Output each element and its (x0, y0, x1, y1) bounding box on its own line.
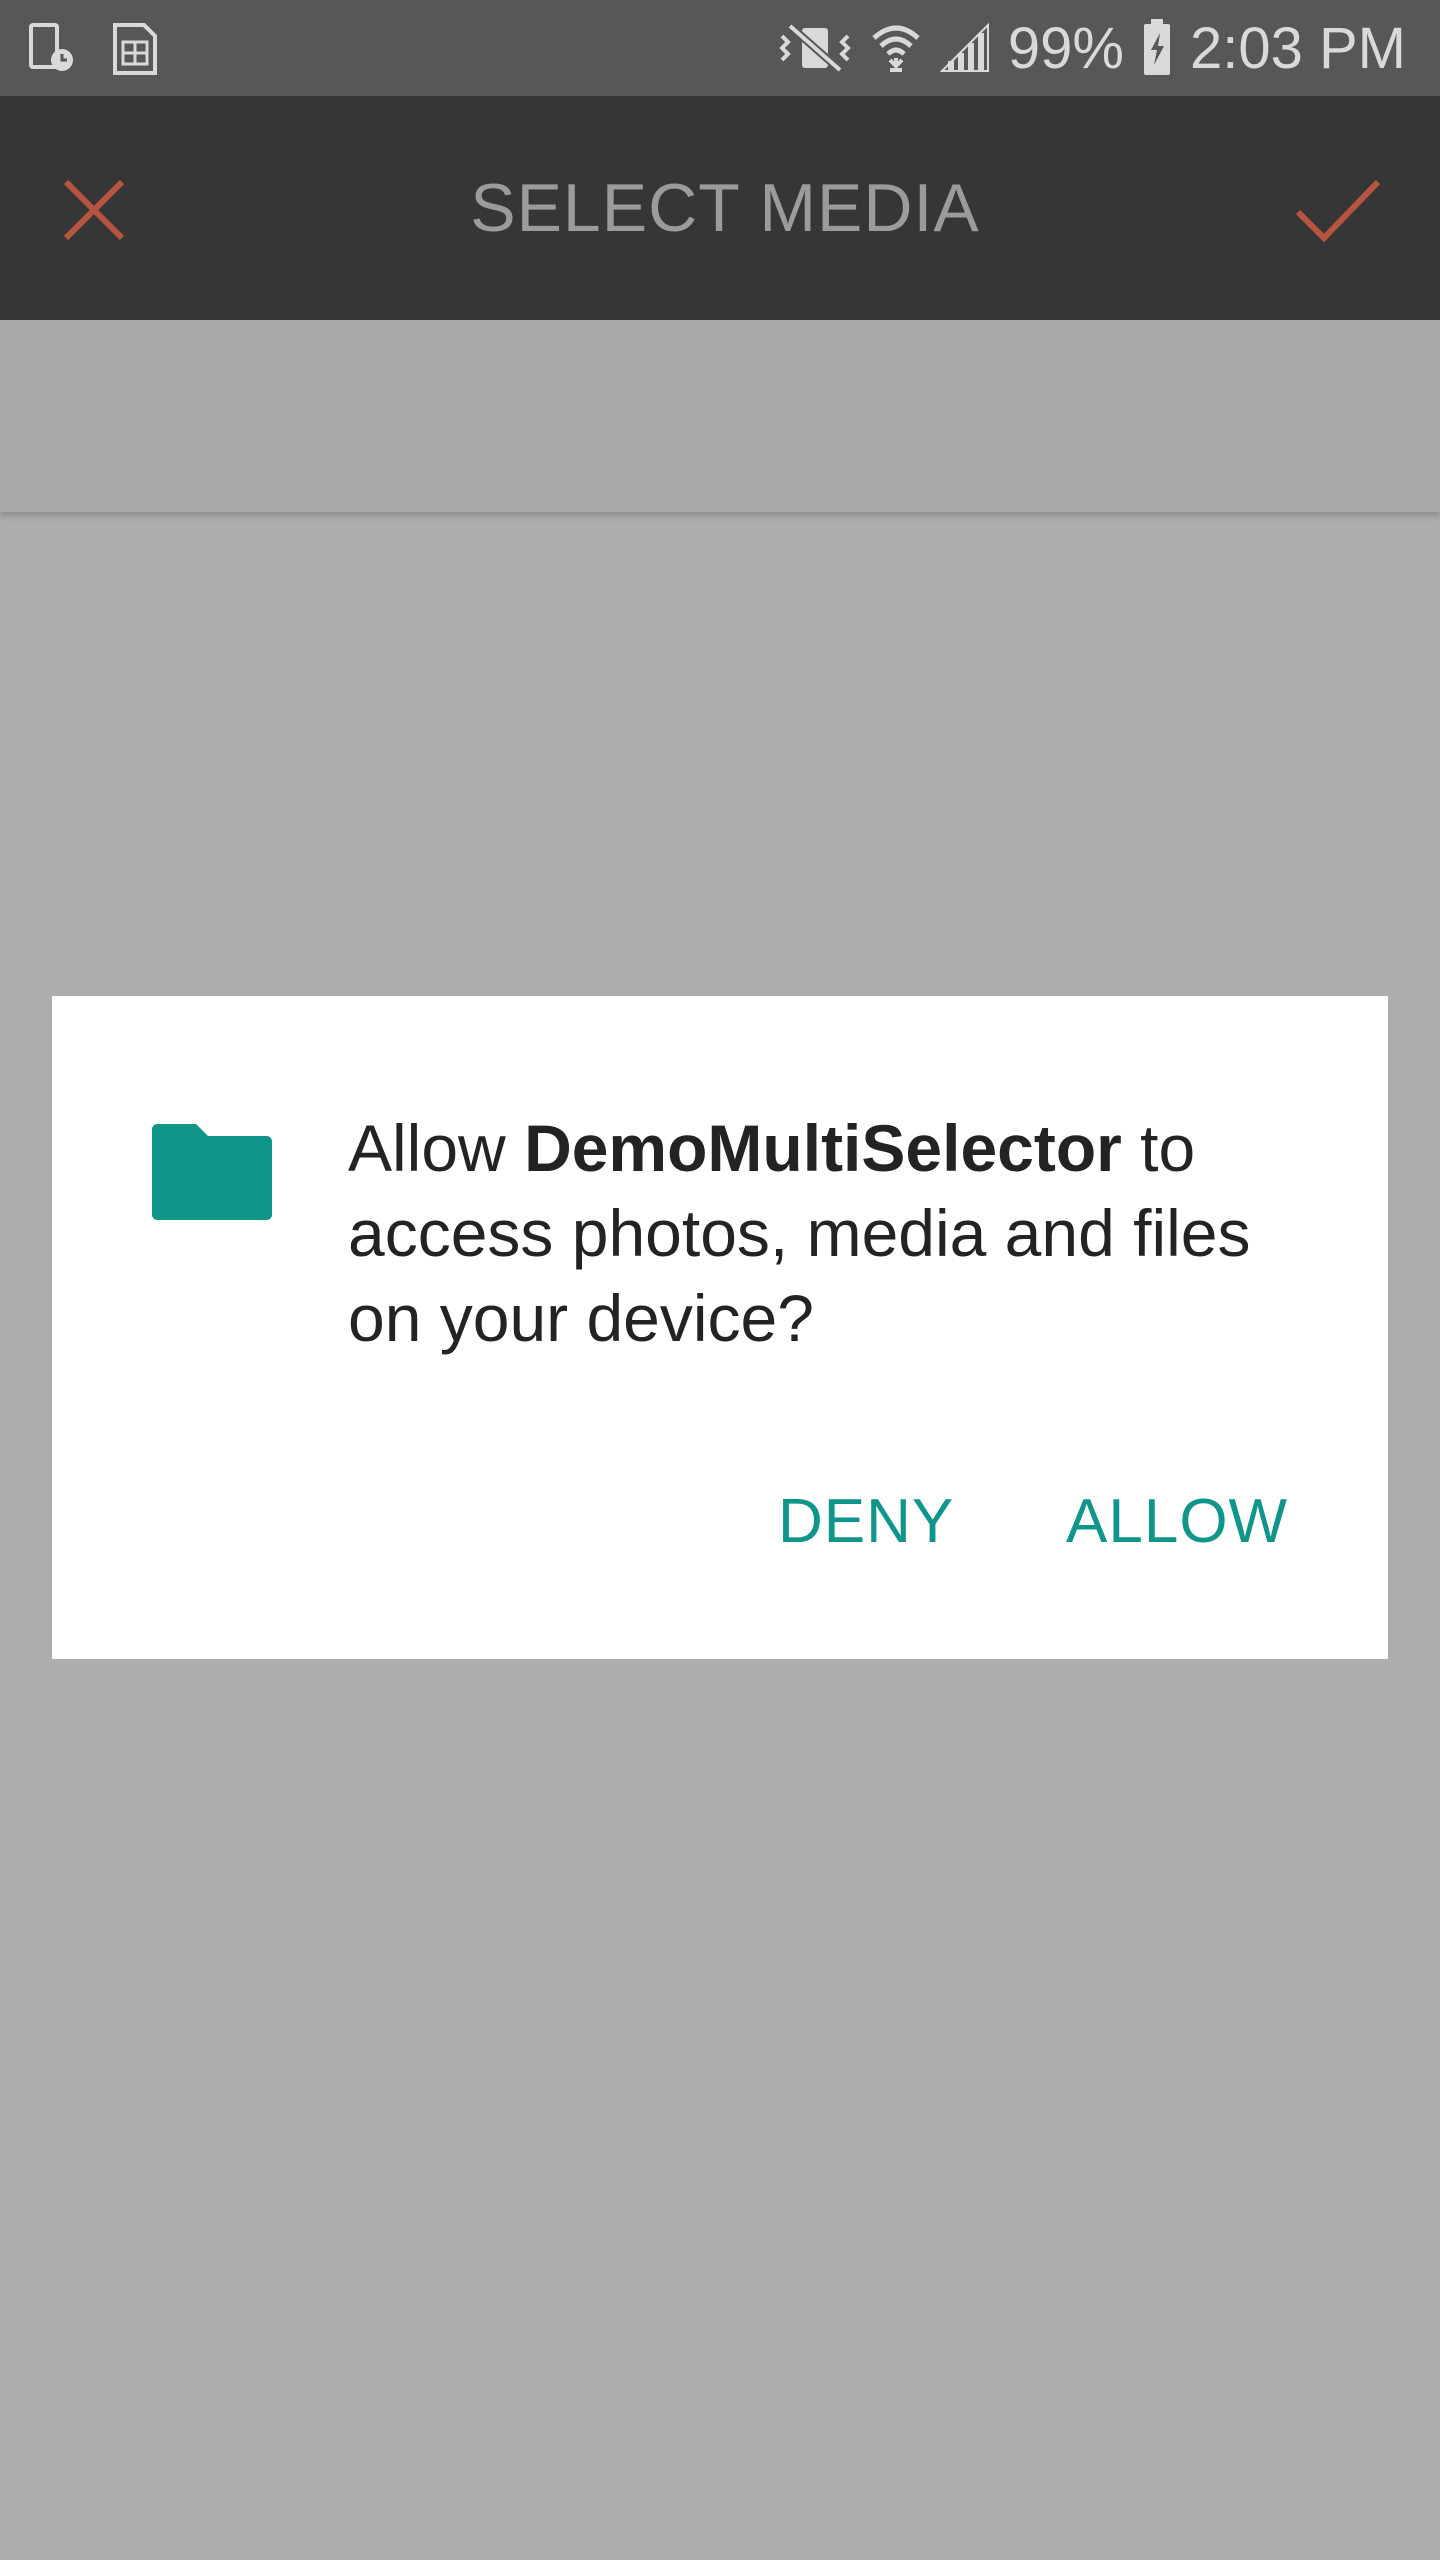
wifi-icon (870, 20, 922, 76)
signal-icon (939, 23, 990, 73)
battery-percent: 99% (1007, 15, 1124, 81)
allow-button[interactable]: ALLOW (1066, 1486, 1288, 1557)
screenshot-clock-icon (28, 22, 76, 76)
status-bar-right: 99% 2:03 PM (778, 0, 1406, 96)
status-bar: 99% 2:03 PM (0, 0, 1440, 96)
folder-icon (152, 1124, 272, 1220)
toolbar: SELECT MEDIA (0, 96, 1440, 320)
status-time: 2:03 PM (1190, 15, 1406, 81)
message-prefix: Allow (348, 1111, 525, 1185)
battery-charging-icon (1142, 19, 1172, 77)
page-title: SELECT MEDIA (470, 170, 980, 246)
status-bar-left (28, 22, 158, 76)
check-icon[interactable] (1292, 172, 1384, 248)
media-header-strip (0, 320, 1440, 512)
sim-card-icon (112, 22, 158, 76)
permission-message: Allow DemoMultiSelector to access photos… (348, 1106, 1328, 1361)
deny-button[interactable]: DENY (778, 1486, 954, 1557)
vibrate-mute-icon (778, 22, 852, 74)
permission-dialog: Allow DemoMultiSelector to access photos… (52, 996, 1388, 1659)
app-name: DemoMultiSelector (524, 1111, 1122, 1185)
